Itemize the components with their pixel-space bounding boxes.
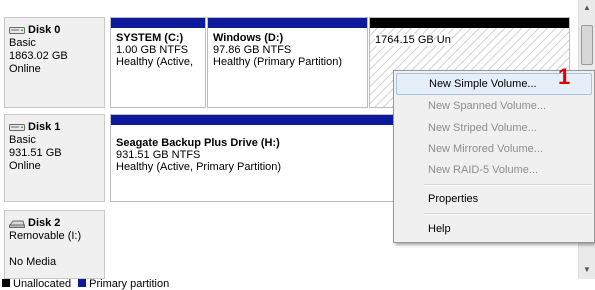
partition-size: 1.00 GB NTFS <box>116 44 189 56</box>
partition-bar <box>370 18 569 28</box>
context-menu: New Simple Volume... New Spanned Volume.… <box>393 70 595 243</box>
partition-size: 1764.15 GB <box>375 34 434 46</box>
partition-windows-d[interactable]: Windows (D:) 97.86 GB NTFS Healthy (Prim… <box>207 17 368 108</box>
partition-bar <box>208 18 367 28</box>
partition-name: SYSTEM (C:) <box>116 32 184 44</box>
legend-label: Unallocated <box>13 278 72 290</box>
disk-status: No Media <box>9 256 57 268</box>
partition-status: Un <box>436 34 451 46</box>
disk-size: 1863.02 GB <box>9 50 68 62</box>
menu-separator <box>424 213 592 215</box>
annotation-marker: 1 <box>558 64 571 89</box>
disk-type: Basic <box>9 37 36 49</box>
disk-2-info[interactable]: Disk 2 Removable (I:) No Media <box>4 210 105 279</box>
legend-swatch-unallocated <box>2 279 10 288</box>
hard-disk-icon <box>9 27 25 34</box>
scroll-up-icon[interactable]: ▲ <box>579 0 595 16</box>
menu-new-spanned-volume[interactable]: New Spanned Volume... <box>396 95 592 117</box>
disk-size: 931.51 GB <box>9 147 62 159</box>
menu-new-raid5-volume[interactable]: New RAID-5 Volume... <box>396 159 592 181</box>
scroll-down-icon[interactable]: ▼ <box>579 262 595 278</box>
disk-name: Disk 1 <box>28 121 61 133</box>
disk-status: Online <box>9 160 41 172</box>
partition-system-c[interactable]: SYSTEM (C:) 1.00 GB NTFS Healthy (Active… <box>110 17 206 108</box>
legend-swatch-primary <box>78 279 87 288</box>
partition-status: Healthy (Primary Partition) <box>213 56 342 68</box>
removable-disk-icon <box>9 220 25 228</box>
disk-name: Disk 2 <box>28 217 61 229</box>
scroll-thumb[interactable] <box>581 25 593 65</box>
partition-name: Windows (D:) <box>213 32 284 44</box>
disk-type: Removable (I:) <box>9 230 82 242</box>
disk-status: Online <box>9 63 41 75</box>
legend: Unallocated Primary partition <box>0 279 595 290</box>
partition-status: Healthy (Active, <box>116 56 194 68</box>
menu-new-mirrored-volume[interactable]: New Mirrored Volume... <box>396 138 592 160</box>
legend-label: Primary partition <box>89 278 170 290</box>
disk-name: Disk 0 <box>28 24 61 36</box>
menu-separator <box>424 184 592 186</box>
partition-bar <box>111 18 205 28</box>
menu-properties[interactable]: Properties <box>396 188 592 210</box>
menu-new-striped-volume[interactable]: New Striped Volume... <box>396 117 592 139</box>
disk-size <box>9 243 104 256</box>
disk-0-info[interactable]: Disk 0 Basic 1863.02 GB Online <box>4 17 105 108</box>
hard-disk-icon <box>9 124 25 131</box>
disk-type: Basic <box>9 134 36 146</box>
disk-1-info[interactable]: Disk 1 Basic 931.51 GB Online <box>4 114 105 202</box>
partition-size: 97.86 GB NTFS <box>213 44 292 56</box>
menu-help[interactable]: Help <box>396 218 592 240</box>
